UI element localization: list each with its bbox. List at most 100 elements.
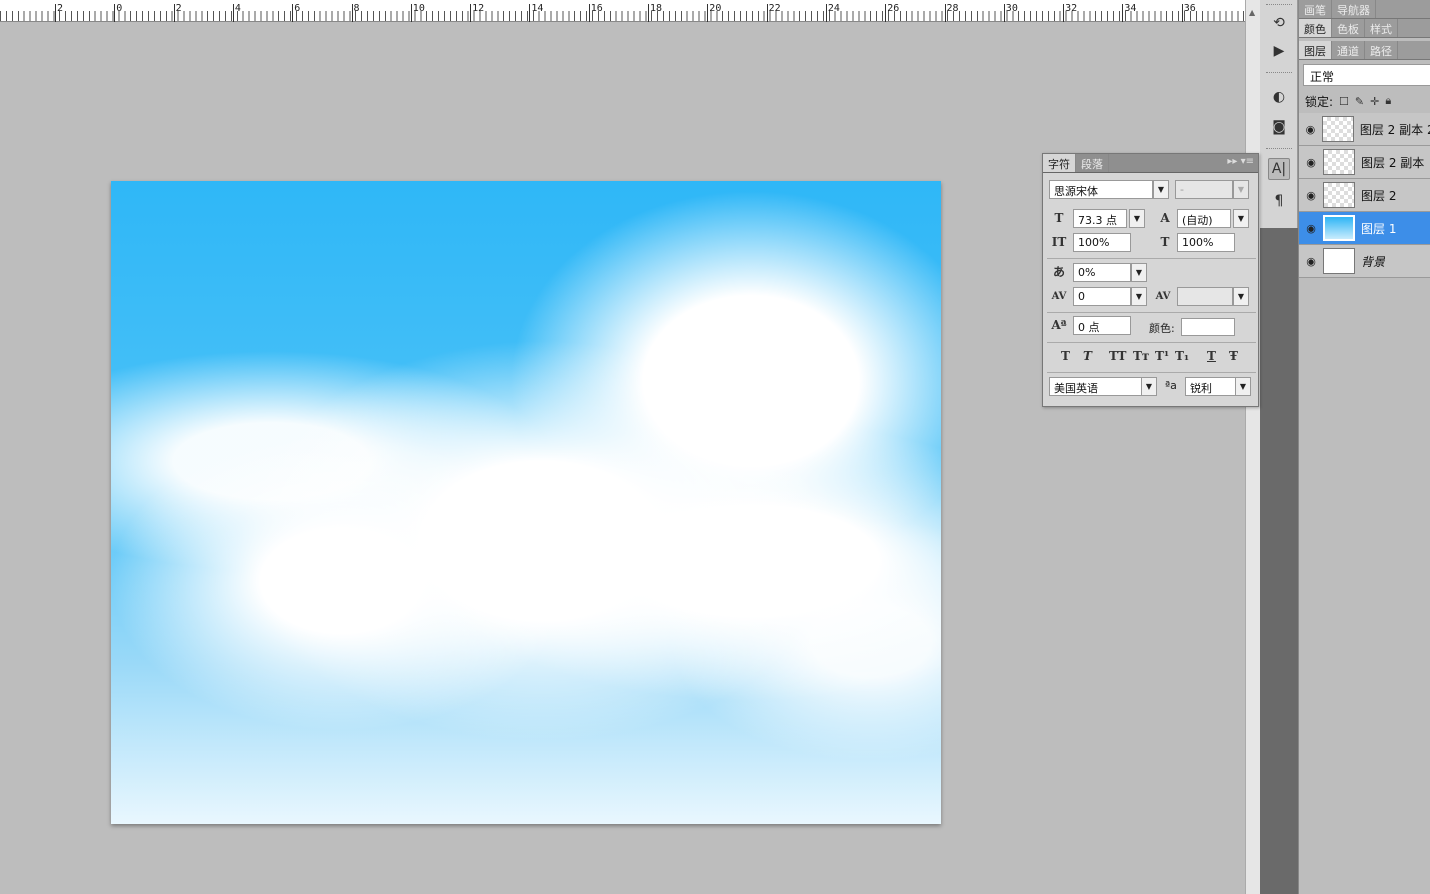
underline-button[interactable]: T [1207,349,1216,363]
ruler-label: 34 [1124,3,1137,14]
antialias-select[interactable]: 锐利 [1185,377,1237,396]
layer-row[interactable]: ◉ 图层 2 副本 [1299,146,1430,179]
horizontal-ruler[interactable]: 2 0 2 4 6 8 10 12 14 16 18 20 22 24 26 28 30 32 34 36 [0,0,1245,22]
subscript-button[interactable]: T₁ [1175,349,1189,363]
ruler-label: 2 [57,3,64,14]
layer-row[interactable]: ◉ 图层 2 副本 2 [1299,113,1430,146]
font-size-icon: T [1054,211,1064,225]
tab-paths[interactable]: 路径 [1365,41,1398,59]
document-canvas[interactable] [111,181,941,824]
layer-name: 图层 2 副本 [1361,155,1425,170]
font-style-select[interactable]: - [1175,180,1233,199]
font-size-field[interactable]: 73.3 点 [1073,209,1127,228]
divider [1047,342,1256,343]
history-icon[interactable]: ⟲ [1268,12,1290,34]
language-select[interactable]: 美国英语 [1049,377,1143,396]
vertical-scale-icon: IT [1051,235,1067,249]
ruler-label: 4 [234,3,241,14]
chevron-down-icon[interactable]: ▼ [1141,377,1157,396]
blend-mode-select[interactable]: 正常 [1303,64,1430,86]
panel-icons-group: ⟲ ▶ ◐ ◙ A| ¶ [1260,0,1298,228]
ruler-major-tick [1122,4,1124,22]
mask-icon[interactable]: ◙ [1268,116,1290,138]
kerning-field[interactable]: 0 [1073,287,1131,306]
faux-bold-button[interactable]: T [1061,349,1070,363]
ruler-label: 30 [1005,3,1018,14]
vertical-scale-field[interactable]: 100% [1073,233,1131,252]
tsume-field[interactable]: 0% [1073,263,1131,282]
ruler-major-tick [1063,4,1065,22]
scroll-up-icon[interactable]: ▲ [1249,8,1255,17]
actions-icon[interactable]: ▶ [1268,40,1290,62]
lock-position-icon[interactable]: ✛ [1370,95,1379,108]
horizontal-scale-field[interactable]: 100% [1177,233,1235,252]
chevron-down-icon[interactable]: ▼ [1233,180,1249,199]
paragraph-icon[interactable]: ¶ [1268,190,1290,212]
vertical-scrollbar[interactable]: ▲ [1245,0,1260,894]
visibility-eye-icon[interactable]: ◉ [1299,189,1323,202]
ruler-label: 28 [946,3,959,14]
layer-name: 图层 2 [1361,188,1397,203]
ruler-major-tick [410,4,412,22]
ruler-label: 2 [175,3,182,14]
tab-layers[interactable]: 图层 [1299,41,1332,59]
chevron-down-icon[interactable]: ▼ [1153,180,1169,199]
superscript-button[interactable]: T¹ [1155,349,1169,363]
layer-row-selected[interactable]: ◉ 图层 1 [1299,212,1430,245]
lock-transparency-icon[interactable]: ☐ [1339,95,1349,108]
character-icon[interactable]: A| [1268,158,1290,180]
ruler-label: 8 [353,3,360,14]
chevron-down-icon[interactable]: ▼ [1235,377,1251,396]
tab-paragraph[interactable]: 段落 [1076,154,1109,172]
ruler-major-tick [470,4,472,22]
tab-navigator[interactable]: 导航器 [1332,0,1376,18]
layer-row[interactable]: ◉ 图层 2 [1299,179,1430,212]
ruler-label: 16 [590,3,603,14]
tab-brush[interactable]: 画笔 [1299,0,1332,18]
baseline-shift-field[interactable]: 0 点 [1073,316,1131,335]
chevron-down-icon[interactable]: ▼ [1131,287,1147,306]
font-family-select[interactable]: 思源宋体 [1049,180,1153,199]
chevron-down-icon[interactable]: ▼ [1129,209,1145,228]
tracking-field[interactable] [1177,287,1233,306]
small-caps-button[interactable]: Tт [1133,349,1149,363]
lock-row: 锁定: ☐ ✎ ✛ 🔒︎ [1299,90,1430,112]
brush-nav-tabs: 画笔 导航器 [1299,0,1430,19]
layer-row[interactable]: ◉ 背景 [1299,245,1430,278]
tab-character[interactable]: 字符 [1043,154,1076,172]
ruler-major-tick [114,4,116,22]
ruler-label: 14 [531,3,544,14]
grip[interactable] [1266,72,1292,75]
strikethrough-button[interactable]: Ŧ [1229,349,1238,363]
ruler-major-tick [825,4,827,22]
lock-pixels-icon[interactable]: ✎ [1355,95,1364,108]
character-panel-tabs: 字符 段落 ▸▸ ▾≡ [1043,154,1258,173]
visibility-eye-icon[interactable]: ◉ [1299,222,1323,235]
lock-all-icon[interactable]: 🔒︎ [1385,94,1391,108]
visibility-eye-icon[interactable]: ◉ [1299,123,1322,136]
tab-color[interactable]: 颜色 [1299,19,1332,37]
text-color-swatch[interactable] [1181,318,1235,336]
visibility-eye-icon[interactable]: ◉ [1299,255,1323,268]
leading-field[interactable]: (自动) [1177,209,1231,228]
cloud-layer [111,181,941,824]
grip[interactable] [1266,4,1292,7]
tab-channels[interactable]: 通道 [1332,41,1365,59]
chevron-down-icon[interactable]: ▼ [1233,209,1249,228]
visibility-eye-icon[interactable]: ◉ [1299,156,1323,169]
tab-styles[interactable]: 样式 [1365,19,1398,37]
panel-menu-icon[interactable]: ▸▸ ▾≡ [1223,154,1258,172]
tab-swatches[interactable]: 色板 [1332,19,1365,37]
layer-thumbnail [1323,215,1355,241]
ruler-label: 36 [1183,3,1196,14]
layer-name: 图层 1 [1361,221,1397,236]
grip[interactable] [1266,148,1292,151]
adjust-icon[interactable]: ◐ [1268,86,1290,108]
ruler-label: 10 [412,3,425,14]
ruler-major-tick [588,4,590,22]
ruler-major-tick [944,4,946,22]
chevron-down-icon[interactable]: ▼ [1131,263,1147,282]
faux-italic-button[interactable]: T [1083,349,1092,363]
all-caps-button[interactable]: TT [1109,349,1126,363]
chevron-down-icon[interactable]: ▼ [1233,287,1249,306]
